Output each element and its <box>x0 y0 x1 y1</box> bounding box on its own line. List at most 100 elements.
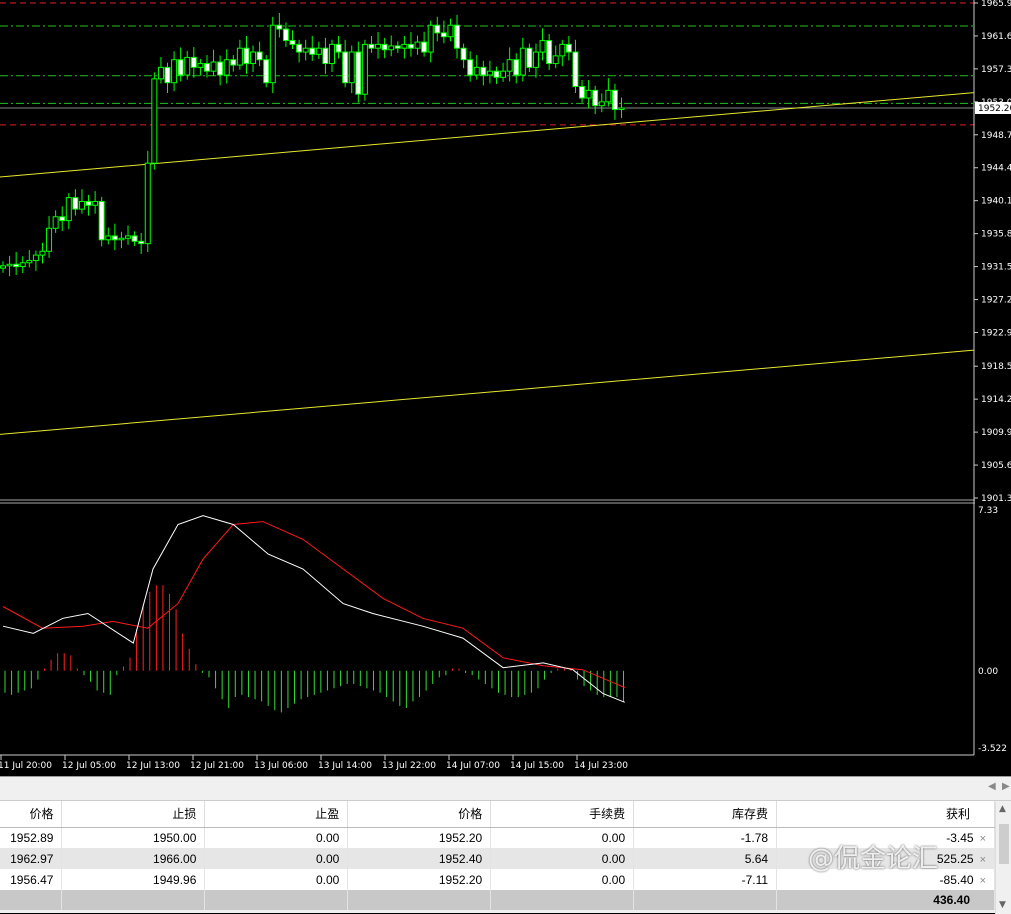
cell-value: 1962.97 <box>10 851 54 866</box>
candle-bear <box>296 43 303 53</box>
candle-bear <box>190 56 197 68</box>
time-tick-label: 12 Jul 21:00 <box>190 761 244 771</box>
cell: 1952.89 <box>0 827 63 848</box>
candle-bull <box>0 265 6 269</box>
cell-value: 0.00 <box>601 851 626 866</box>
price-tick-label: 1965.90 <box>981 0 1011 9</box>
macd-tick-label: 7.33 <box>978 506 998 516</box>
candle-bear <box>131 235 138 242</box>
candle-bull <box>26 259 33 264</box>
cell-value: 0.00 <box>315 872 340 887</box>
candle-bear <box>282 28 289 42</box>
candle-bear <box>493 70 500 78</box>
candle-bull <box>519 47 526 76</box>
column-header[interactable]: 止损 <box>61 801 206 828</box>
candle-bull <box>414 41 421 49</box>
candle-bear <box>98 200 105 241</box>
candle-bull <box>210 61 217 72</box>
time-tick-label: 11 Jul 20:00 <box>0 761 52 771</box>
candle-bear <box>546 40 553 65</box>
cell-value: -3.45 <box>946 830 974 845</box>
candle-bull <box>32 254 39 261</box>
column-header[interactable]: 价格 <box>0 801 63 828</box>
candle-bear <box>460 47 467 61</box>
cell-value: 0.00 <box>601 872 626 887</box>
column-header[interactable]: 手续费 <box>490 801 635 828</box>
close-position-icon[interactable]: × <box>980 875 986 887</box>
scroll-left-icon[interactable]: ◀ <box>988 781 996 792</box>
candle-bear <box>394 45 401 49</box>
chart-area[interactable]: 1965.901961.601957.301953.001948.701944.… <box>0 0 1011 776</box>
candle-bull <box>329 43 335 65</box>
cell: -1.78 <box>633 827 778 848</box>
cell-value: 0.00 <box>315 830 340 845</box>
candle-bull <box>19 262 26 268</box>
column-header[interactable]: 库存费 <box>633 801 778 828</box>
table-header: 价格 止损 止盈 价格 手续费 库存费 获利 <box>0 801 995 828</box>
price-tick-label: 1905.60 <box>981 461 1011 471</box>
scroll-right-icon[interactable]: ▶ <box>1002 781 1010 792</box>
time-tick-label: 12 Jul 13:00 <box>126 761 180 771</box>
watermark: @侃金论汇 <box>808 844 939 874</box>
candle-bear <box>526 47 533 68</box>
column-header[interactable]: 获利 <box>776 801 995 828</box>
candle-bull <box>92 200 99 206</box>
candle-bear <box>111 235 118 241</box>
candle-bear <box>572 51 579 88</box>
column-header[interactable]: 止盈 <box>204 801 349 828</box>
candle-bear <box>579 86 586 99</box>
candle-bull <box>447 24 454 38</box>
scroll-up-icon[interactable]: ▲ <box>999 804 1006 814</box>
candle-bull <box>532 51 539 68</box>
cell <box>0 890 63 910</box>
panel-scrollbar[interactable]: ◀ ▶ <box>0 777 1011 801</box>
candle-bull <box>401 43 408 49</box>
cell: 0.00 <box>490 869 635 890</box>
candle-bull <box>236 47 243 66</box>
candle-bear <box>276 24 283 30</box>
candle-bear <box>440 32 447 38</box>
scroll-down-icon[interactable]: ▼ <box>999 900 1006 910</box>
macd-tick-label: 0.00 <box>978 667 998 677</box>
column-header[interactable]: 价格 <box>347 801 492 828</box>
close-position-icon[interactable]: × <box>980 854 986 866</box>
candle-bear <box>243 47 250 65</box>
cell: 0.00 <box>204 869 349 890</box>
cell: 1949.96 <box>61 869 206 890</box>
scroll-thumb[interactable] <box>999 824 1009 864</box>
candle-bear <box>177 59 184 76</box>
cell <box>633 890 778 910</box>
cell-value: -7.11 <box>741 872 769 887</box>
cell-value: 1952.40 <box>438 851 483 866</box>
total-profit: 436.40 <box>776 890 995 910</box>
candle-bear <box>85 200 92 206</box>
cell <box>61 890 206 910</box>
cell <box>347 890 492 910</box>
cell-value: 1952.20 <box>438 830 483 845</box>
candle-bull <box>559 43 566 57</box>
candle-bull <box>125 235 132 239</box>
cell: 0.00 <box>204 827 349 848</box>
cell-value: -1.78 <box>740 830 769 845</box>
candle-bull <box>552 55 559 65</box>
candle-bull <box>585 89 592 99</box>
cell: 1952.40 <box>347 848 492 869</box>
candle-bull <box>486 70 493 76</box>
cell-value: 0.00 <box>601 830 626 845</box>
cell: 1950.00 <box>61 827 206 848</box>
price-tick-label: 1901.30 <box>981 494 1011 504</box>
cell-value: 1949.96 <box>153 872 197 887</box>
vertical-scrollbar[interactable]: ▲ ▼ <box>995 802 1011 914</box>
candle-bull <box>52 216 59 229</box>
candle-bull <box>144 162 151 245</box>
close-position-icon[interactable]: × <box>980 833 986 845</box>
candle-bull <box>618 107 625 111</box>
candle-bear <box>454 24 461 49</box>
price-tick-label: 1922.90 <box>981 328 1011 338</box>
candle-bull <box>65 197 72 222</box>
candle-bull <box>348 51 355 84</box>
candle-bull <box>427 24 434 53</box>
candle-bull <box>269 24 276 84</box>
candle-bear <box>322 47 329 65</box>
price-tick-label: 1961.60 <box>981 32 1011 42</box>
